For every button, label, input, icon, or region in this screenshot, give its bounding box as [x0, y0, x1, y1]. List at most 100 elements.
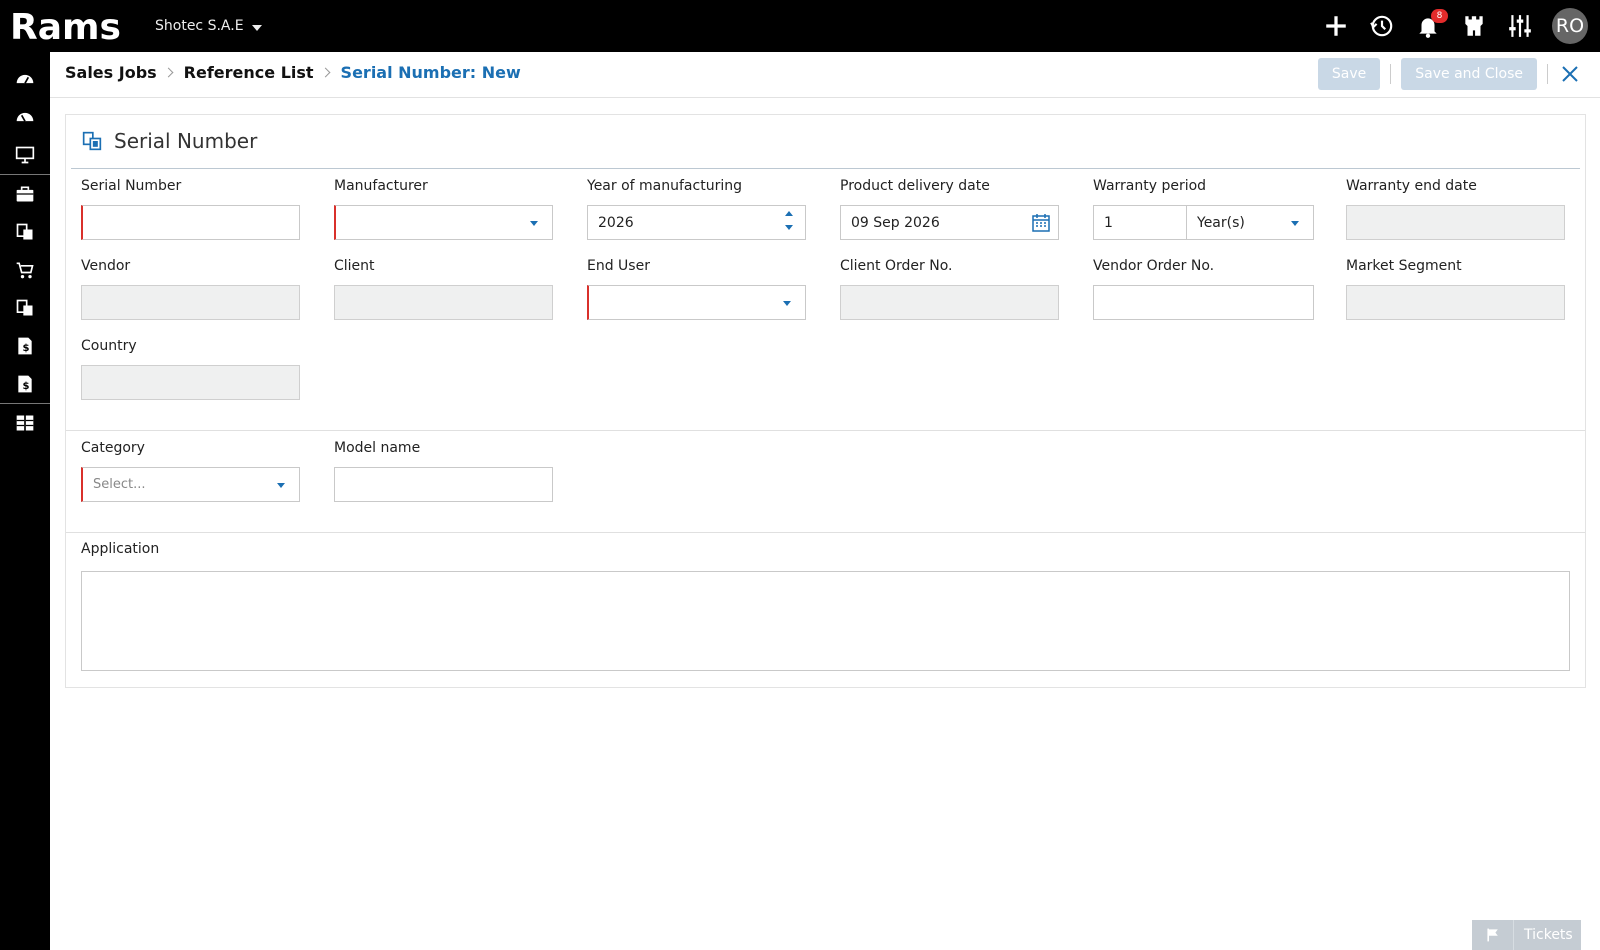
reference-icon — [16, 223, 33, 240]
sidebar-item-jobs[interactable] — [0, 175, 50, 213]
category-placeholder: Select... — [93, 477, 146, 492]
svg-text:Rams: Rams — [10, 7, 121, 46]
calendar-icon[interactable] — [1031, 213, 1051, 233]
invoice-icon: $ — [18, 375, 32, 393]
sidebar-item-invoices-2[interactable]: $ — [0, 365, 50, 403]
country-label: Country — [81, 338, 137, 354]
company-selector[interactable]: Shotec S.A.E — [155, 18, 262, 34]
reference-icon — [16, 299, 33, 316]
end-user-label: End User — [587, 258, 650, 274]
avatar[interactable]: RO — [1552, 8, 1588, 44]
country-field — [81, 365, 300, 400]
application-label: Application — [81, 541, 160, 557]
panel-title: Serial Number — [82, 129, 257, 153]
title-divider — [71, 168, 1580, 169]
sidebar-item-dashboard-2[interactable] — [0, 98, 50, 136]
save-and-close-button[interactable]: Save and Close — [1401, 58, 1537, 90]
delivery-date-label: Product delivery date — [840, 178, 990, 194]
dashboard-icon — [16, 112, 34, 122]
category-label: Category — [81, 440, 145, 456]
model-name-label: Model name — [334, 440, 421, 456]
decrement-icon[interactable] — [785, 225, 793, 230]
warranty-unit-value: Year(s) — [1197, 214, 1245, 231]
serial-number-panel: Serial Number Serial Number Manufacturer… — [65, 114, 1586, 688]
tickets-label: Tickets — [1524, 927, 1573, 943]
castle-button[interactable] — [1456, 8, 1492, 44]
year-stepper[interactable]: 2026 — [587, 205, 806, 240]
notifications-button[interactable]: 8 — [1410, 8, 1448, 44]
category-select[interactable]: Select... — [81, 467, 300, 502]
sidebar-item-invoices[interactable]: $ — [0, 327, 50, 365]
history-icon — [1370, 15, 1393, 37]
vendor-order-input[interactable] — [1093, 285, 1314, 320]
manufacturer-label: Manufacturer — [334, 178, 428, 194]
cart-icon — [16, 262, 34, 279]
warranty-unit-select[interactable]: Year(s) — [1186, 205, 1314, 240]
sidebar-item-dashboard[interactable] — [0, 60, 50, 98]
breadcrumb-sales-jobs[interactable]: Sales Jobs — [65, 63, 157, 82]
toolbar-divider — [1390, 64, 1392, 84]
invoice-icon: $ — [18, 337, 32, 355]
breadcrumb-reference-list[interactable]: Reference List — [184, 63, 314, 82]
section-divider — [66, 532, 1585, 533]
reference-icon — [82, 131, 102, 151]
monitor-icon — [15, 146, 35, 164]
sliders-icon — [1509, 15, 1531, 37]
svg-text:$: $ — [23, 343, 30, 354]
warranty-period-input[interactable]: 1 — [1093, 205, 1187, 240]
close-icon[interactable] — [1558, 62, 1582, 86]
plus-icon — [1326, 16, 1346, 36]
notification-badge: 8 — [1431, 9, 1448, 23]
market-segment-field — [1346, 285, 1565, 320]
sidebar-item-monitor[interactable] — [0, 136, 50, 174]
briefcase-icon — [16, 186, 34, 202]
end-user-select[interactable] — [587, 285, 806, 320]
vendor-label: Vendor — [81, 258, 131, 274]
vendor-order-label: Vendor Order No. — [1093, 258, 1215, 274]
sidebar-item-sales[interactable] — [0, 251, 50, 289]
client-order-label: Client Order No. — [840, 258, 953, 274]
application-textarea[interactable] — [81, 571, 1570, 671]
page-header: Sales Jobs Reference List Serial Number:… — [50, 52, 1600, 98]
svg-text:$: $ — [23, 381, 30, 392]
year-value: 2026 — [598, 214, 634, 231]
section-divider — [66, 430, 1585, 431]
client-order-field — [840, 285, 1059, 320]
year-label: Year of manufacturing — [587, 178, 742, 194]
history-button[interactable] — [1364, 8, 1400, 44]
dashboard-icon — [16, 74, 34, 84]
serial-number-label: Serial Number — [81, 178, 182, 194]
warranty-period-label: Warranty period — [1093, 178, 1207, 194]
serial-number-input[interactable] — [81, 205, 300, 240]
sidebar-item-modules[interactable] — [0, 404, 50, 442]
vendor-field — [81, 285, 300, 320]
delivery-date-value: 09 Sep 2026 — [851, 214, 940, 231]
tickets-button[interactable]: Tickets — [1472, 920, 1581, 950]
manufacturer-select[interactable] — [334, 205, 553, 240]
increment-icon[interactable] — [785, 211, 793, 216]
chevron-right-icon — [320, 67, 330, 78]
sidebar-item-reference[interactable] — [0, 213, 50, 251]
breadcrumb-current: Serial Number: New — [340, 63, 521, 82]
chevron-down-icon — [1291, 221, 1299, 226]
market-segment-label: Market Segment — [1346, 258, 1462, 274]
sidebar: $ $ — [0, 52, 50, 950]
form-title: Serial Number — [114, 129, 258, 153]
modules-icon — [16, 415, 34, 431]
chevron-down-icon — [277, 483, 285, 488]
warranty-end-label: Warranty end date — [1346, 178, 1477, 194]
castle-icon — [1465, 16, 1483, 36]
sidebar-item-reference-2[interactable] — [0, 289, 50, 327]
client-label: Client — [334, 258, 375, 274]
breadcrumb: Sales Jobs Reference List Serial Number:… — [65, 63, 521, 82]
delivery-date-field[interactable]: 09 Sep 2026 — [840, 205, 1059, 240]
chevron-down-icon — [783, 301, 791, 306]
chevron-down-icon — [251, 25, 262, 31]
save-button[interactable]: Save — [1317, 58, 1381, 90]
settings-button[interactable] — [1502, 8, 1538, 44]
add-button[interactable] — [1318, 8, 1354, 44]
warranty-end-field — [1346, 205, 1565, 240]
model-name-input[interactable] — [334, 467, 553, 502]
chevron-right-icon — [163, 67, 174, 78]
app-logo[interactable]: Rams — [10, 6, 130, 46]
